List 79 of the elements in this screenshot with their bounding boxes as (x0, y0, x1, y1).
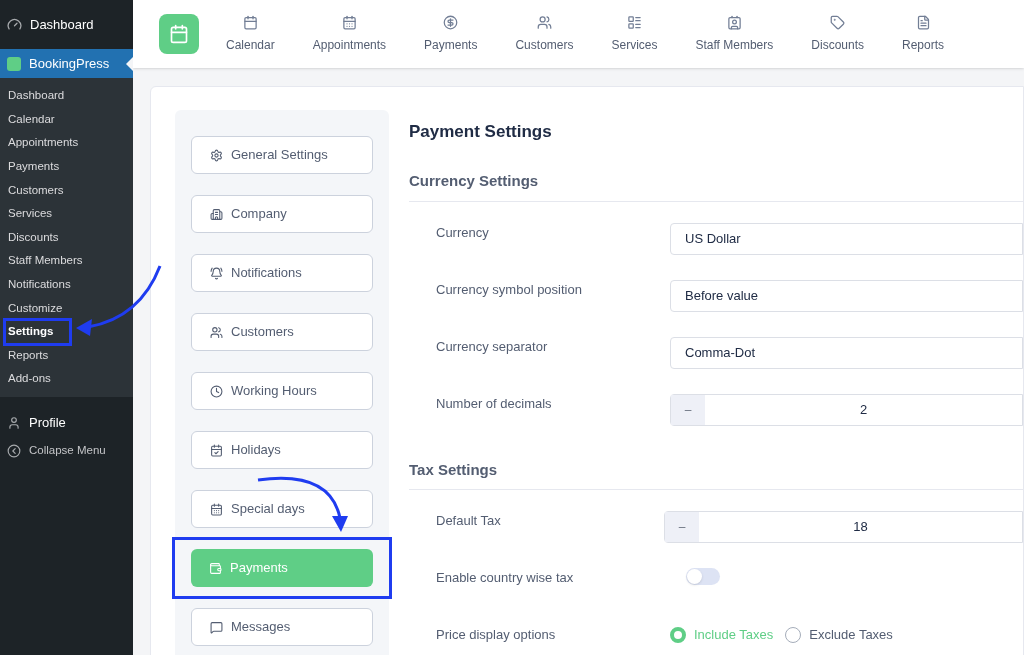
people-icon (210, 325, 223, 339)
radio-label: Include Taxes (694, 626, 774, 644)
settings-menu-item[interactable]: Messages (191, 608, 373, 646)
nav-tab[interactable]: Payments (405, 14, 497, 54)
settings-menu-item[interactable]: Special days (191, 490, 373, 528)
tag-icon (830, 14, 846, 30)
submenu-item[interactable]: Staff Members (8, 252, 83, 270)
submenu-item[interactable]: Payments (8, 157, 60, 176)
section-title: Tax Settings (409, 450, 1023, 490)
field-label: Default Tax (436, 512, 502, 530)
submenu-item[interactable]: Settings (6, 323, 56, 341)
calendar-icon (242, 14, 258, 30)
page-title: Payment Settings (409, 121, 553, 143)
number-value: 18 (852, 518, 869, 537)
decrement-button[interactable]: – (671, 394, 705, 425)
nav-tab[interactable]: Discounts (792, 14, 883, 54)
number-field[interactable]: – 2 (670, 393, 1023, 426)
submenu-item[interactable]: Customize (8, 299, 63, 317)
submenu-item[interactable]: Add-ons (8, 370, 51, 388)
nav-tab[interactable]: Calendar (207, 14, 294, 54)
settings-menu-item[interactable]: Customers (191, 313, 373, 351)
chat-icon (210, 620, 223, 634)
nav-tab[interactable]: Customers (496, 14, 593, 54)
settings-menu-item[interactable]: Working Hours (191, 372, 373, 410)
nav-tab[interactable]: Appointments (293, 14, 406, 54)
number-value: 2 (858, 400, 869, 419)
submenu-item[interactable]: Services (8, 205, 53, 223)
id-badge-icon (726, 14, 742, 30)
submenu-item[interactable]: Dashboard (8, 87, 65, 105)
admin-menu-item[interactable]: Profile (0, 408, 133, 437)
radio-label: Exclude Taxes (809, 626, 893, 644)
nav-tab[interactable]: Reports (883, 14, 963, 54)
dollar-icon (443, 14, 459, 30)
section-title: Currency Settings (409, 162, 1023, 202)
settings-menu-item[interactable]: Notifications (191, 254, 373, 292)
submenu-item[interactable]: Customers (8, 181, 64, 199)
bell-icon (210, 266, 223, 280)
building-icon (210, 207, 223, 221)
admin-menu-item[interactable]: Dashboard (0, 0, 133, 49)
collapse-icon (7, 443, 21, 458)
nav-tab[interactable]: Staff Members (676, 14, 793, 54)
field-label: Currency (436, 223, 490, 242)
settings-menu-item[interactable]: Holidays (191, 431, 373, 469)
field-label: Currency separator (436, 337, 549, 356)
app-logo-icon (159, 14, 199, 54)
field-label: Currency symbol position (436, 280, 583, 299)
radio-button[interactable] (785, 626, 802, 643)
gauge-icon (7, 17, 22, 32)
plugin-logo-icon (7, 56, 21, 71)
radio-button[interactable] (670, 626, 686, 643)
select-field[interactable]: Comma-Dot (670, 336, 1023, 369)
admin-menu-item[interactable]: Collapse Menu (0, 436, 133, 465)
settings-menu-item[interactable]: General Settings (191, 136, 373, 174)
decrement-button[interactable]: – (665, 512, 699, 542)
field-label: Price display options (436, 626, 557, 644)
select-field[interactable]: Before value (670, 279, 1023, 312)
person-icon (7, 415, 21, 430)
number-field[interactable]: – 18 (664, 511, 1023, 543)
submenu-item[interactable]: Appointments (8, 134, 79, 152)
gear-icon (210, 148, 223, 162)
select-field[interactable]: US Dollar (670, 222, 1023, 255)
calendar-icon (210, 443, 223, 457)
calendar-icon (210, 502, 223, 516)
plugin-menu-item[interactable]: BookingPress (0, 49, 133, 78)
nav-tab[interactable]: Services (592, 14, 677, 54)
submenu-item[interactable]: Notifications (8, 275, 71, 294)
submenu-item[interactable]: Reports (8, 346, 49, 364)
list-icon (626, 14, 642, 30)
people-icon (536, 14, 552, 30)
wallet-icon (209, 561, 222, 575)
document-icon (915, 14, 931, 30)
submenu-item[interactable]: Calendar (8, 110, 55, 128)
clock-icon (210, 384, 223, 398)
field-label: Enable country wise tax (436, 569, 575, 587)
submenu-item[interactable]: Discounts (8, 228, 59, 246)
settings-menu-item[interactable]: Company (191, 195, 373, 233)
field-label: Number of decimals (436, 394, 553, 413)
calendar-icon (341, 14, 357, 30)
toggle-switch[interactable] (686, 568, 720, 585)
